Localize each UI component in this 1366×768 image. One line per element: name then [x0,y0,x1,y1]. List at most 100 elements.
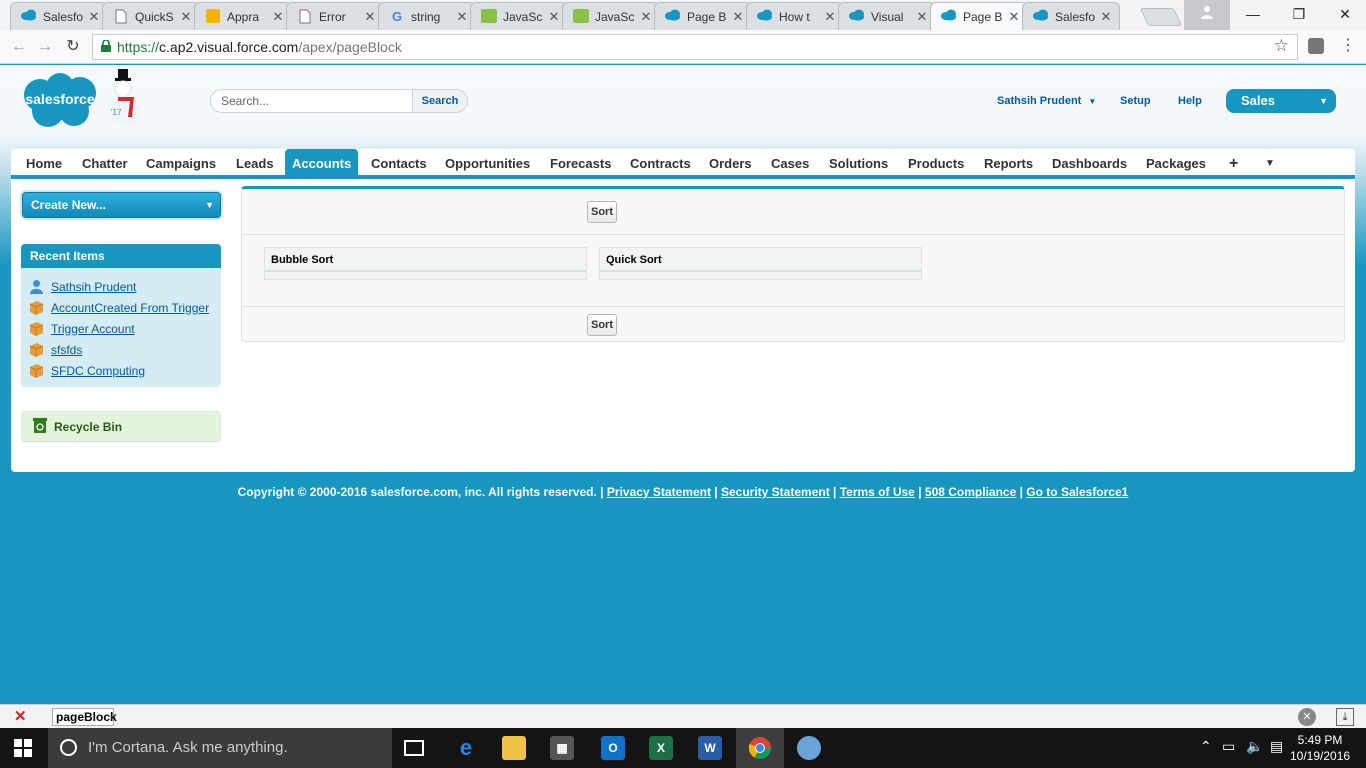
tab-orders[interactable]: Orders [709,149,752,179]
tab-opportunities[interactable]: Opportunities [445,149,530,179]
tab-contracts[interactable]: Contracts [630,149,691,179]
browser-tab[interactable]: Salesfo ✕ [10,2,108,30]
recent-item-link[interactable]: sfsfds [51,343,82,357]
search-button[interactable]: Search [412,90,467,112]
store-icon[interactable]: ▦ [550,736,574,760]
footer-link[interactable]: Privacy Statement [607,485,711,499]
forward-icon[interactable]: → [34,36,56,58]
close-icon[interactable]: ✕ [1298,708,1316,726]
recent-item-link[interactable]: SFDC Computing [51,364,145,378]
file-explorer-icon[interactable] [502,736,526,760]
recent-item-link[interactable]: Sathsih Prudent [51,280,136,294]
tab-close-icon[interactable]: ✕ [1007,9,1021,25]
tab-close-icon[interactable]: ✕ [179,9,193,25]
menu-icon[interactable]: ⋮ [1340,36,1356,56]
excel-icon[interactable]: X [649,736,673,760]
profile-icon[interactable] [1184,0,1230,30]
add-tab-icon[interactable]: + [1229,149,1238,179]
network-icon[interactable]: ▭ [1222,738,1235,755]
help-link[interactable]: Help [1178,95,1202,107]
reload-icon[interactable]: ↻ [62,36,84,58]
tab-cases[interactable]: Cases [771,149,809,179]
section-title: Bubble Sort [271,254,334,266]
tab-close-icon[interactable]: ✕ [1099,9,1113,25]
recent-item-link[interactable]: AccountCreated From Trigger [51,301,209,315]
tab-contacts[interactable]: Contacts [371,149,427,179]
cloud-favicon-icon [757,9,773,25]
sort-button-top[interactable]: Sort [587,201,617,223]
tab-solutions[interactable]: Solutions [829,149,888,179]
volume-icon[interactable]: 🔈 [1246,738,1263,755]
user-menu[interactable]: Sathsih Prudent ▼ [997,95,1096,107]
find-input[interactable]: pageBlock [52,708,117,726]
setup-link[interactable]: Setup [1120,95,1151,107]
chrome-taskbar-active[interactable] [736,728,784,768]
tab-close-icon[interactable]: ✕ [547,9,561,25]
download-icon[interactable]: ⤓ [1336,708,1354,726]
footer-link[interactable]: Terms of Use [840,485,915,499]
tab-reports[interactable]: Reports [984,149,1033,179]
tab-accounts[interactable]: Accounts [285,149,359,179]
tab-close-icon[interactable]: ✕ [271,9,285,25]
tab-campaigns[interactable]: Campaigns [146,149,216,179]
browser-tab[interactable]: Error ✕ [286,2,384,30]
tab-close-icon[interactable]: ✕ [639,9,653,25]
word-icon[interactable]: W [698,736,722,760]
recent-item-link[interactable]: Trigger Account [51,322,135,336]
browser-tab[interactable]: Visual ✕ [838,2,936,30]
address-bar[interactable]: https://c.ap2.visual.force.com/apex/page… [92,34,1298,60]
tab-chatter[interactable]: Chatter [82,149,128,179]
edge-icon[interactable]: e [454,736,478,760]
bookmark-star-icon[interactable]: ☆ [1274,36,1289,56]
browser-tab[interactable]: QuickS ✕ [102,2,200,30]
outlook-icon[interactable]: O [601,736,625,760]
tab-close-icon[interactable]: ✕ [823,9,837,25]
tab-close-icon[interactable]: ✕ [87,9,101,25]
tab-close-icon[interactable]: ✕ [915,9,929,25]
tab-dashboards[interactable]: Dashboards [1052,149,1127,179]
browser-tab[interactable]: How t ✕ [746,2,844,30]
tab-close-icon[interactable]: ✕ [455,9,469,25]
tab-products[interactable]: Products [908,149,964,179]
minimize-icon[interactable]: — [1230,0,1276,30]
back-icon[interactable]: ← [8,36,30,58]
system-clock[interactable]: 5:49 PM 10/19/2016 [1290,732,1350,764]
cloud-favicon-icon [941,9,957,25]
browser-tab[interactable]: Gstring ✕ [378,2,476,30]
more-tabs-icon[interactable]: ▼ [1265,149,1275,179]
browser-tab[interactable]: JavaSc ✕ [470,2,568,30]
browser-tab[interactable]: Page B ✕ [930,2,1028,30]
cortana-search[interactable]: I'm Cortana. Ask me anything. [48,728,392,768]
global-search: Search [210,89,468,113]
tab-home[interactable]: Home [26,149,62,179]
app-picker[interactable]: Sales ▼ [1226,89,1336,113]
tab-close-icon[interactable]: ✕ [363,9,377,25]
browser-tab[interactable]: Appra ✕ [194,2,292,30]
recycle-bin-link[interactable]: Recycle Bin [21,411,221,442]
extension-icon[interactable] [1308,38,1324,54]
section-quick-sort: Quick Sort [599,247,922,280]
tab-leads[interactable]: Leads [236,149,274,179]
tab-close-icon[interactable]: ✕ [731,9,745,25]
browser-tab[interactable]: Page B ✕ [654,2,752,30]
close-find-icon[interactable]: ✕ [14,707,27,725]
windows-start-icon[interactable] [14,739,32,757]
paint-icon[interactable] [797,736,821,760]
close-window-icon[interactable]: ✕ [1322,0,1366,30]
tab-packages[interactable]: Packages [1146,149,1206,179]
footer-link[interactable]: 508 Compliance [925,485,1016,499]
browser-tab[interactable]: Salesfo ✕ [1022,2,1120,30]
footer-link[interactable]: Go to Salesforce1 [1026,485,1128,499]
account-icon [29,300,44,315]
tab-forecasts[interactable]: Forecasts [550,149,611,179]
sort-button-bottom[interactable]: Sort [587,314,617,336]
restore-icon[interactable]: ❐ [1276,0,1322,30]
notifications-icon[interactable]: ▤ [1270,738,1283,755]
footer-link[interactable]: Security Statement [721,485,830,499]
browser-tab[interactable]: JavaSc ✕ [562,2,660,30]
search-input[interactable] [211,90,413,112]
salesforce-logo[interactable]: salesforce [18,71,102,129]
task-view-icon[interactable] [404,740,424,756]
create-new-button[interactable]: Create New... ▼ [22,192,221,218]
chevron-up-icon[interactable]: ⌃ [1200,738,1212,755]
